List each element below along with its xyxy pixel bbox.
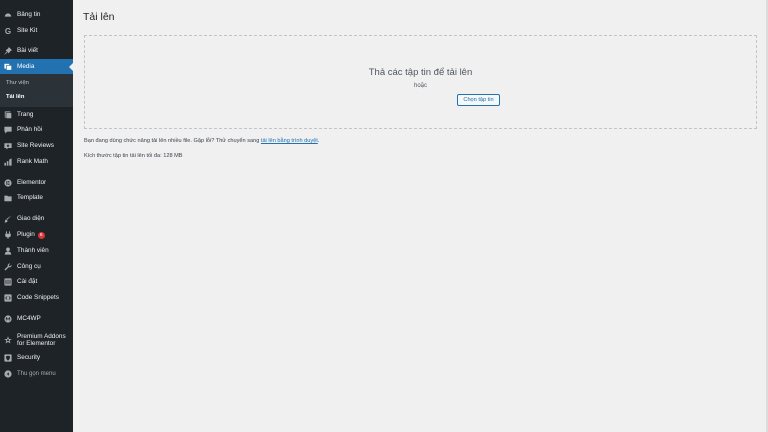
plugin-icon <box>4 231 12 239</box>
active-indicator <box>69 63 73 71</box>
sidebar-item-security[interactable]: Security <box>0 350 73 366</box>
sidebar-item-label: Bài viết <box>17 47 38 55</box>
notice-end: . <box>317 138 320 144</box>
sidebar-item-label: Plugin <box>17 231 35 239</box>
sidebar-item-label: Code Snippets <box>17 294 59 302</box>
sidebar-item-pages[interactable]: Trang <box>0 107 73 123</box>
sidebar-item-comments[interactable]: Phản hồi <box>0 122 73 138</box>
sidebar-item-label: Rank Math <box>17 158 48 166</box>
dropzone-or-text: hoặc <box>413 83 427 89</box>
sidebar-item-users[interactable]: Thành viên <box>0 243 73 259</box>
sidebar-item-template[interactable]: Template <box>0 190 73 206</box>
browser-uploader-link[interactable]: tải lên bằng trình duyệt <box>261 138 318 144</box>
pin-icon <box>4 47 12 55</box>
sidebar-item-elementor[interactable]: Elementor <box>0 175 73 191</box>
sidebar-item-label: Bảng tin <box>17 11 41 19</box>
update-count-badge: 6 <box>37 231 45 239</box>
select-files-button[interactable]: Chọn tập tin <box>457 94 500 106</box>
sidebar-item-label: Site Kit <box>17 27 38 35</box>
sidebar-item-settings[interactable]: Cài đặt <box>0 274 73 290</box>
submenu-item-library[interactable]: Thư viện <box>6 80 29 86</box>
collapse-menu-label: Thu gọn menu <box>17 370 56 377</box>
sidebar-item-rank-math[interactable]: Rank Math <box>0 154 73 170</box>
sidebar-item-label: MC4WP <box>17 315 41 323</box>
code-icon <box>4 294 12 302</box>
sidebar-item-label: Security <box>17 354 41 362</box>
sidebar-item-label: Trang <box>17 111 34 119</box>
user-icon <box>4 247 12 255</box>
sidebar-item-site-kit[interactable]: G Site Kit <box>0 23 73 39</box>
sidebar-item-appearance[interactable]: Giao diện <box>0 211 73 227</box>
svg-text:G: G <box>5 27 11 35</box>
page-icon <box>4 111 12 119</box>
elementor-icon <box>4 179 12 187</box>
sidebar-item-label: Elementor <box>17 179 47 187</box>
collapse-menu-button[interactable]: Thu gọn menu <box>0 366 73 382</box>
sidebar-item-code-snippets[interactable]: Code Snippets <box>0 290 73 306</box>
sitekit-icon: G <box>4 27 12 35</box>
admin-sidebar: Bảng tin G Site Kit Bài viết Media Thư v… <box>0 0 73 432</box>
sidebar-item-site-reviews[interactable]: Site Reviews <box>0 138 73 154</box>
sidebar-item-label: Giao diện <box>17 215 45 223</box>
brush-icon <box>4 215 12 223</box>
settings-icon <box>4 278 12 286</box>
sidebar-item-label: Cài đặt <box>17 278 38 286</box>
upload-dropzone[interactable]: Thả các tập tin để tải lên hoặc Chọn tập… <box>84 35 757 129</box>
folder-icon <box>4 194 12 202</box>
sidebar-item-label: Thành viên <box>17 247 49 255</box>
uploader-notice: Bạn đang dùng chức năng tải lên nhiều fi… <box>84 138 319 144</box>
collapse-icon <box>4 370 12 378</box>
sidebar-item-plugins[interactable]: Plugin 6 <box>0 227 73 243</box>
max-upload-size: Kích thước tập tin tải lên tối đa: 128 M… <box>84 153 183 159</box>
mc4wp-icon <box>4 315 12 323</box>
star-icon <box>4 142 12 150</box>
chart-icon <box>4 158 12 166</box>
sidebar-item-label: Phản hồi <box>17 126 43 134</box>
sidebar-item-label: Media <box>17 63 35 71</box>
sidebar-item-label: Template <box>17 194 43 202</box>
dashboard-icon <box>4 11 12 19</box>
submenu-item-upload[interactable]: Tải lên <box>6 94 24 100</box>
notice-text: Bạn đang dùng chức năng tải lên nhiều fi… <box>84 138 260 144</box>
sidebar-item-posts[interactable]: Bài viết <box>0 43 73 59</box>
page-title: Tải lên <box>83 11 115 23</box>
dropzone-title: Thả các tập tin để tải lên <box>368 67 473 78</box>
sidebar-item-premium-addons[interactable]: Premium Addons for Elementor <box>0 330 73 350</box>
wrench-icon <box>4 263 12 271</box>
sidebar-item-dashboard[interactable]: Bảng tin <box>0 7 73 23</box>
sidebar-item-label: Công cụ <box>17 263 41 271</box>
shield-icon <box>4 354 12 362</box>
sidebar-item-media[interactable]: Media <box>0 59 73 75</box>
addons-icon <box>4 336 12 344</box>
sidebar-item-label: Premium Addons for Elementor <box>17 332 66 347</box>
media-submenu: Thư viện Tải lên <box>0 74 73 107</box>
media-icon <box>4 63 12 71</box>
sidebar-item-mc4wp[interactable]: MC4WP <box>0 311 73 327</box>
sidebar-item-tools[interactable]: Công cụ <box>0 259 73 275</box>
comment-icon <box>4 126 12 134</box>
sidebar-item-label: Site Reviews <box>17 142 54 150</box>
